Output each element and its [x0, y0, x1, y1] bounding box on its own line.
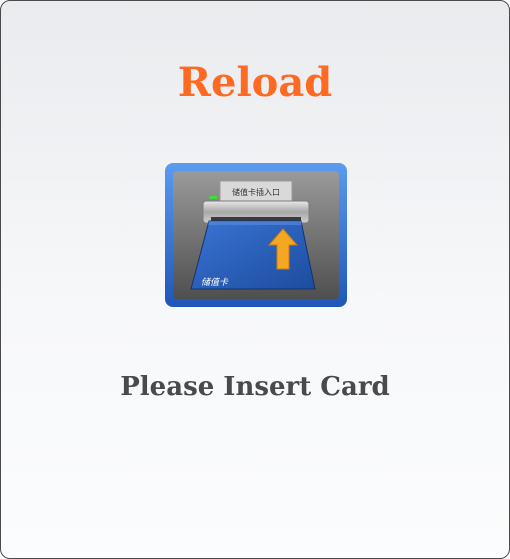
slot-label: 储值卡插入口: [232, 187, 280, 197]
card-icon: 储值卡: [190, 220, 316, 290]
page-title: Reload: [177, 59, 333, 106]
card-label: 储值卡: [201, 277, 229, 288]
reload-panel: Reload 储值卡插入口 储值卡 Please Insert Card: [0, 0, 510, 559]
indicator-light-icon: [209, 196, 217, 199]
card-reader-icon: 储值卡插入口 储值卡: [165, 163, 347, 307]
insert-card-prompt: Please Insert Card: [120, 372, 390, 402]
insert-card-illustration: 储值卡插入口 储值卡: [165, 163, 347, 307]
